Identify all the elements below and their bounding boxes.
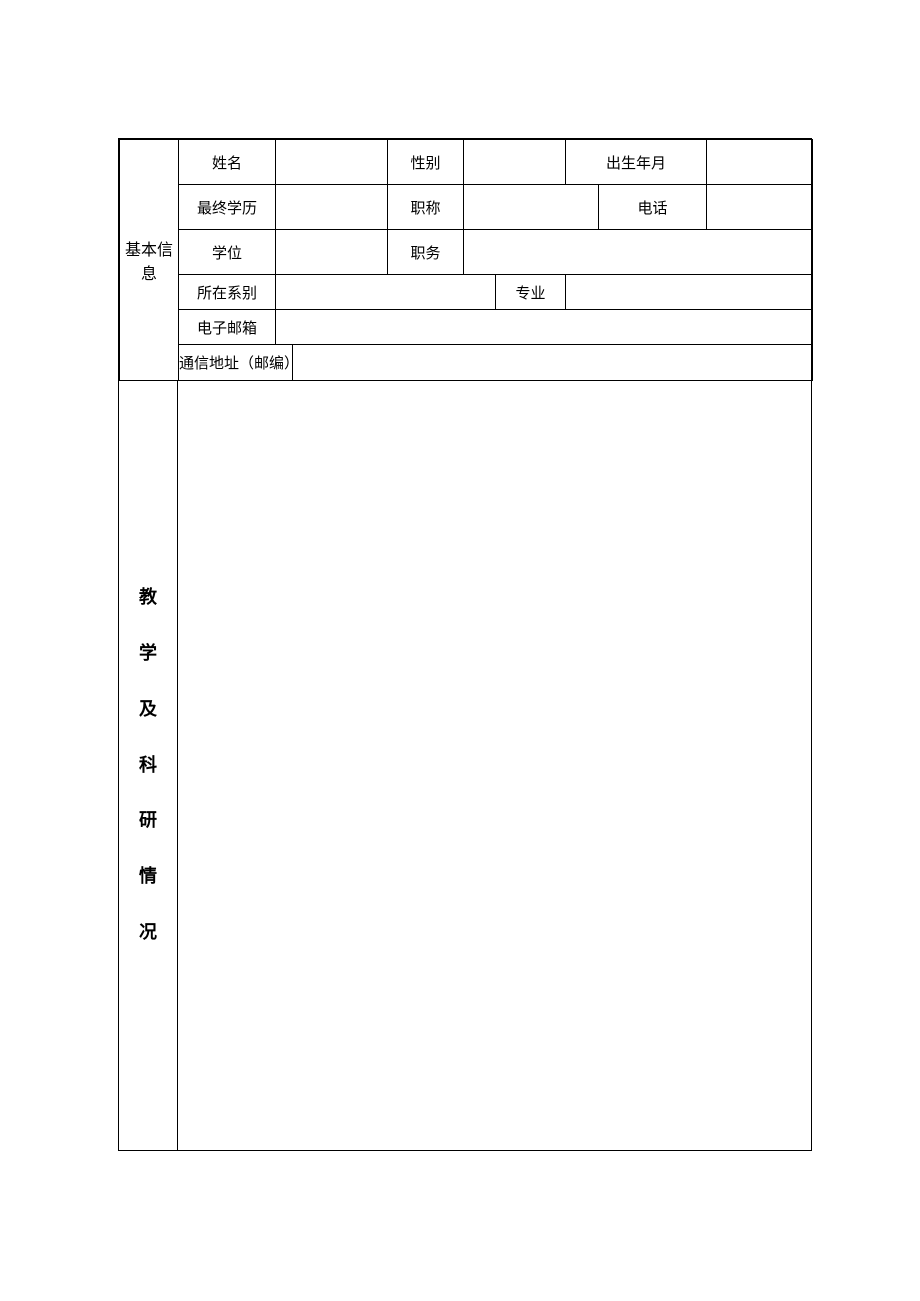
row-name: 基本信息 姓名 性别 出生年月: [120, 140, 813, 185]
row-address: 通信地址（邮编）: [120, 345, 813, 381]
field-label-address: 通信地址（邮编）: [179, 345, 293, 381]
basic-info-table: 基本信息 姓名 性别 出生年月 最终学历 职称 电话 学位 职务 所在系别 专业: [119, 139, 813, 381]
field-value-title[interactable]: [464, 185, 599, 230]
teaching-label-char: 学: [139, 626, 157, 682]
row-department: 所在系别 专业: [120, 275, 813, 310]
field-label-education: 最终学历: [179, 185, 276, 230]
field-label-major: 专业: [496, 275, 566, 310]
field-value-email[interactable]: [276, 310, 813, 345]
row-degree: 学位 职务: [120, 230, 813, 275]
section-label-teaching-research: 教学及科研情况: [119, 381, 178, 1151]
field-value-major[interactable]: [566, 275, 813, 310]
section-label-basic-info: 基本信息: [120, 140, 179, 381]
teaching-label-char: 情: [139, 849, 157, 905]
teaching-label-char: 教: [139, 570, 157, 626]
field-label-birth: 出生年月: [566, 140, 707, 185]
teaching-label-char: 况: [139, 905, 157, 961]
field-value-phone[interactable]: [707, 185, 813, 230]
field-label-department: 所在系别: [179, 275, 276, 310]
field-value-birth[interactable]: [707, 140, 813, 185]
field-label-title: 职称: [388, 185, 464, 230]
teaching-research-section: 教学及科研情况: [119, 381, 811, 1151]
field-value-degree[interactable]: [276, 230, 388, 275]
field-label-phone: 电话: [599, 185, 707, 230]
row-email: 电子邮箱: [120, 310, 813, 345]
field-value-address[interactable]: [293, 345, 813, 381]
field-value-department[interactable]: [276, 275, 496, 310]
teaching-label-char: 科: [139, 738, 157, 794]
teaching-label-char: 研: [139, 793, 157, 849]
teaching-research-content[interactable]: [178, 381, 811, 1151]
field-value-name[interactable]: [276, 140, 388, 185]
form-container: 基本信息 姓名 性别 出生年月 最终学历 职称 电话 学位 职务 所在系别 专业: [118, 138, 812, 1151]
field-value-gender[interactable]: [464, 140, 566, 185]
field-label-degree: 学位: [179, 230, 276, 275]
field-label-position: 职务: [388, 230, 464, 275]
field-label-email: 电子邮箱: [179, 310, 276, 345]
field-value-education[interactable]: [276, 185, 388, 230]
field-value-position[interactable]: [464, 230, 813, 275]
row-education: 最终学历 职称 电话: [120, 185, 813, 230]
field-label-gender: 性别: [388, 140, 464, 185]
teaching-label-char: 及: [139, 682, 157, 738]
field-label-name: 姓名: [179, 140, 276, 185]
